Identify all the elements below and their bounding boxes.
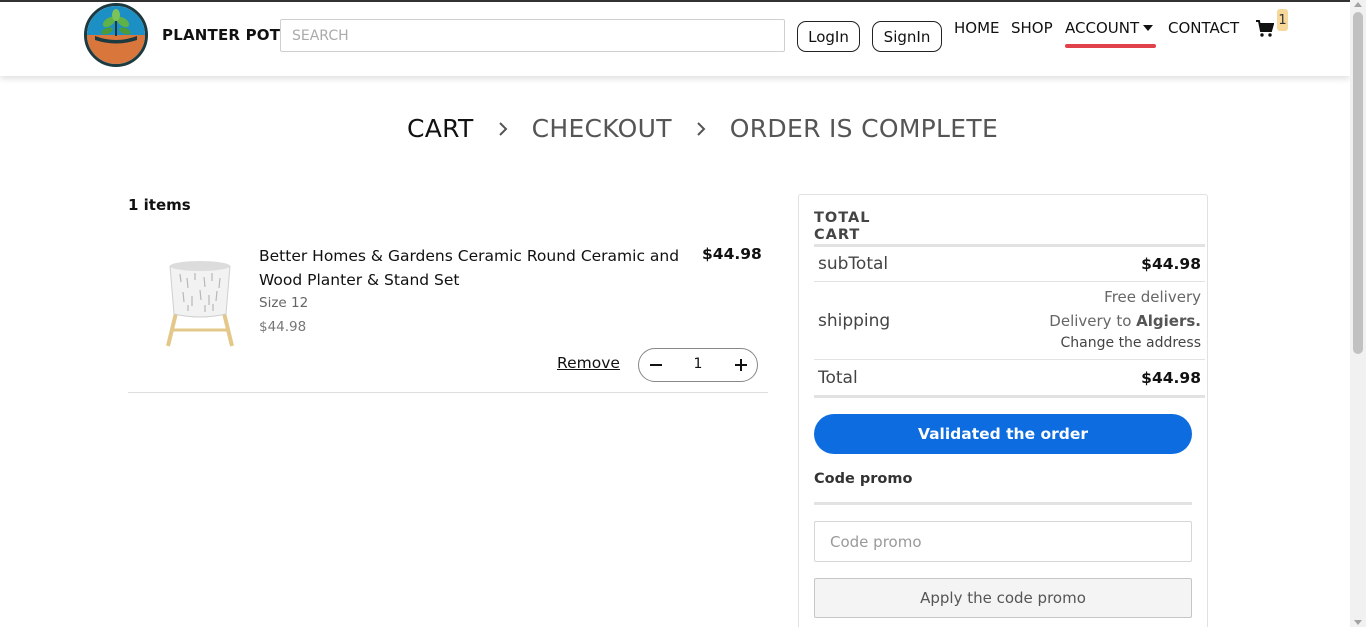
nav-home[interactable]: HOME [954, 19, 1000, 37]
divider [814, 281, 1205, 282]
cart-summary-panel: TOTAL CART subTotal $44.98 shipping Free… [798, 194, 1208, 627]
remove-item-link[interactable]: Remove [557, 354, 620, 372]
product-line-price: $44.98 [702, 245, 762, 263]
apply-promo-button[interactable]: Apply the code promo [814, 578, 1192, 618]
nav-contact[interactable]: CONTACT [1168, 19, 1239, 37]
validate-order-button[interactable]: Validated the order [814, 414, 1192, 454]
nav-account[interactable]: ACCOUNT [1065, 19, 1154, 37]
active-nav-underline [1065, 44, 1156, 48]
promo-code-label: Code promo [814, 471, 913, 487]
promo-code-input[interactable] [814, 521, 1192, 562]
step-checkout: CHECKOUT [531, 114, 672, 143]
product-unit-price: $44.98 [259, 319, 307, 335]
shipping-destination-prefix: Delivery to [1049, 312, 1132, 330]
scroll-up-arrow-icon[interactable] [1354, 2, 1362, 7]
plus-icon[interactable] [733, 357, 749, 373]
total-label: Total [818, 368, 858, 388]
search-input[interactable] [280, 19, 785, 52]
quantity-stepper: 1 [638, 348, 758, 382]
cart-count-badge: 1 [1277, 9, 1288, 31]
divider [814, 359, 1205, 360]
signin-button[interactable]: SignIn [872, 21, 942, 52]
shipping-free-delivery: Free delivery [1104, 288, 1201, 306]
scroll-down-arrow-icon[interactable] [1354, 620, 1362, 625]
product-size: Size 12 [259, 295, 309, 311]
scrollbar-thumb[interactable] [1353, 12, 1363, 354]
divider [128, 392, 768, 393]
step-order-complete: ORDER IS COMPLETE [729, 114, 999, 143]
chevron-right-icon [498, 121, 508, 136]
shipping-destination: Delivery to Algiers. [1049, 312, 1201, 330]
divider [814, 395, 1205, 398]
caret-down-icon [1143, 25, 1154, 31]
shipping-city: Algiers. [1136, 312, 1201, 330]
product-image[interactable] [160, 258, 240, 350]
shipping-label: shipping [818, 311, 891, 331]
nav-account-label: ACCOUNT [1065, 19, 1140, 37]
plant-logo-icon[interactable] [84, 3, 148, 67]
total-value: $44.98 [1141, 369, 1201, 387]
brand-name[interactable]: PLANTER POT [162, 26, 280, 44]
product-title[interactable]: Better Homes & Gardens Ceramic Round Cer… [259, 244, 695, 292]
divider [814, 244, 1205, 247]
login-button[interactable]: LogIn [797, 21, 860, 52]
site-header: PLANTER POT LogIn SignIn HOME SHOP ACCOU… [0, 2, 1350, 76]
items-count: 1 items [128, 196, 191, 214]
nav-shop[interactable]: SHOP [1011, 19, 1053, 37]
shopping-cart-icon[interactable] [1256, 20, 1274, 38]
checkout-steps: CART CHECKOUT ORDER IS COMPLETE [407, 114, 998, 143]
chevron-right-icon [697, 121, 706, 136]
subtotal-value: $44.98 [1141, 255, 1201, 273]
vertical-scrollbar[interactable] [1350, 0, 1366, 627]
summary-title: TOTAL CART [814, 210, 871, 243]
subtotal-label: subTotal [818, 254, 889, 274]
change-address-link[interactable]: Change the address [1061, 335, 1201, 351]
divider [814, 502, 1192, 505]
step-cart: CART [407, 114, 474, 143]
